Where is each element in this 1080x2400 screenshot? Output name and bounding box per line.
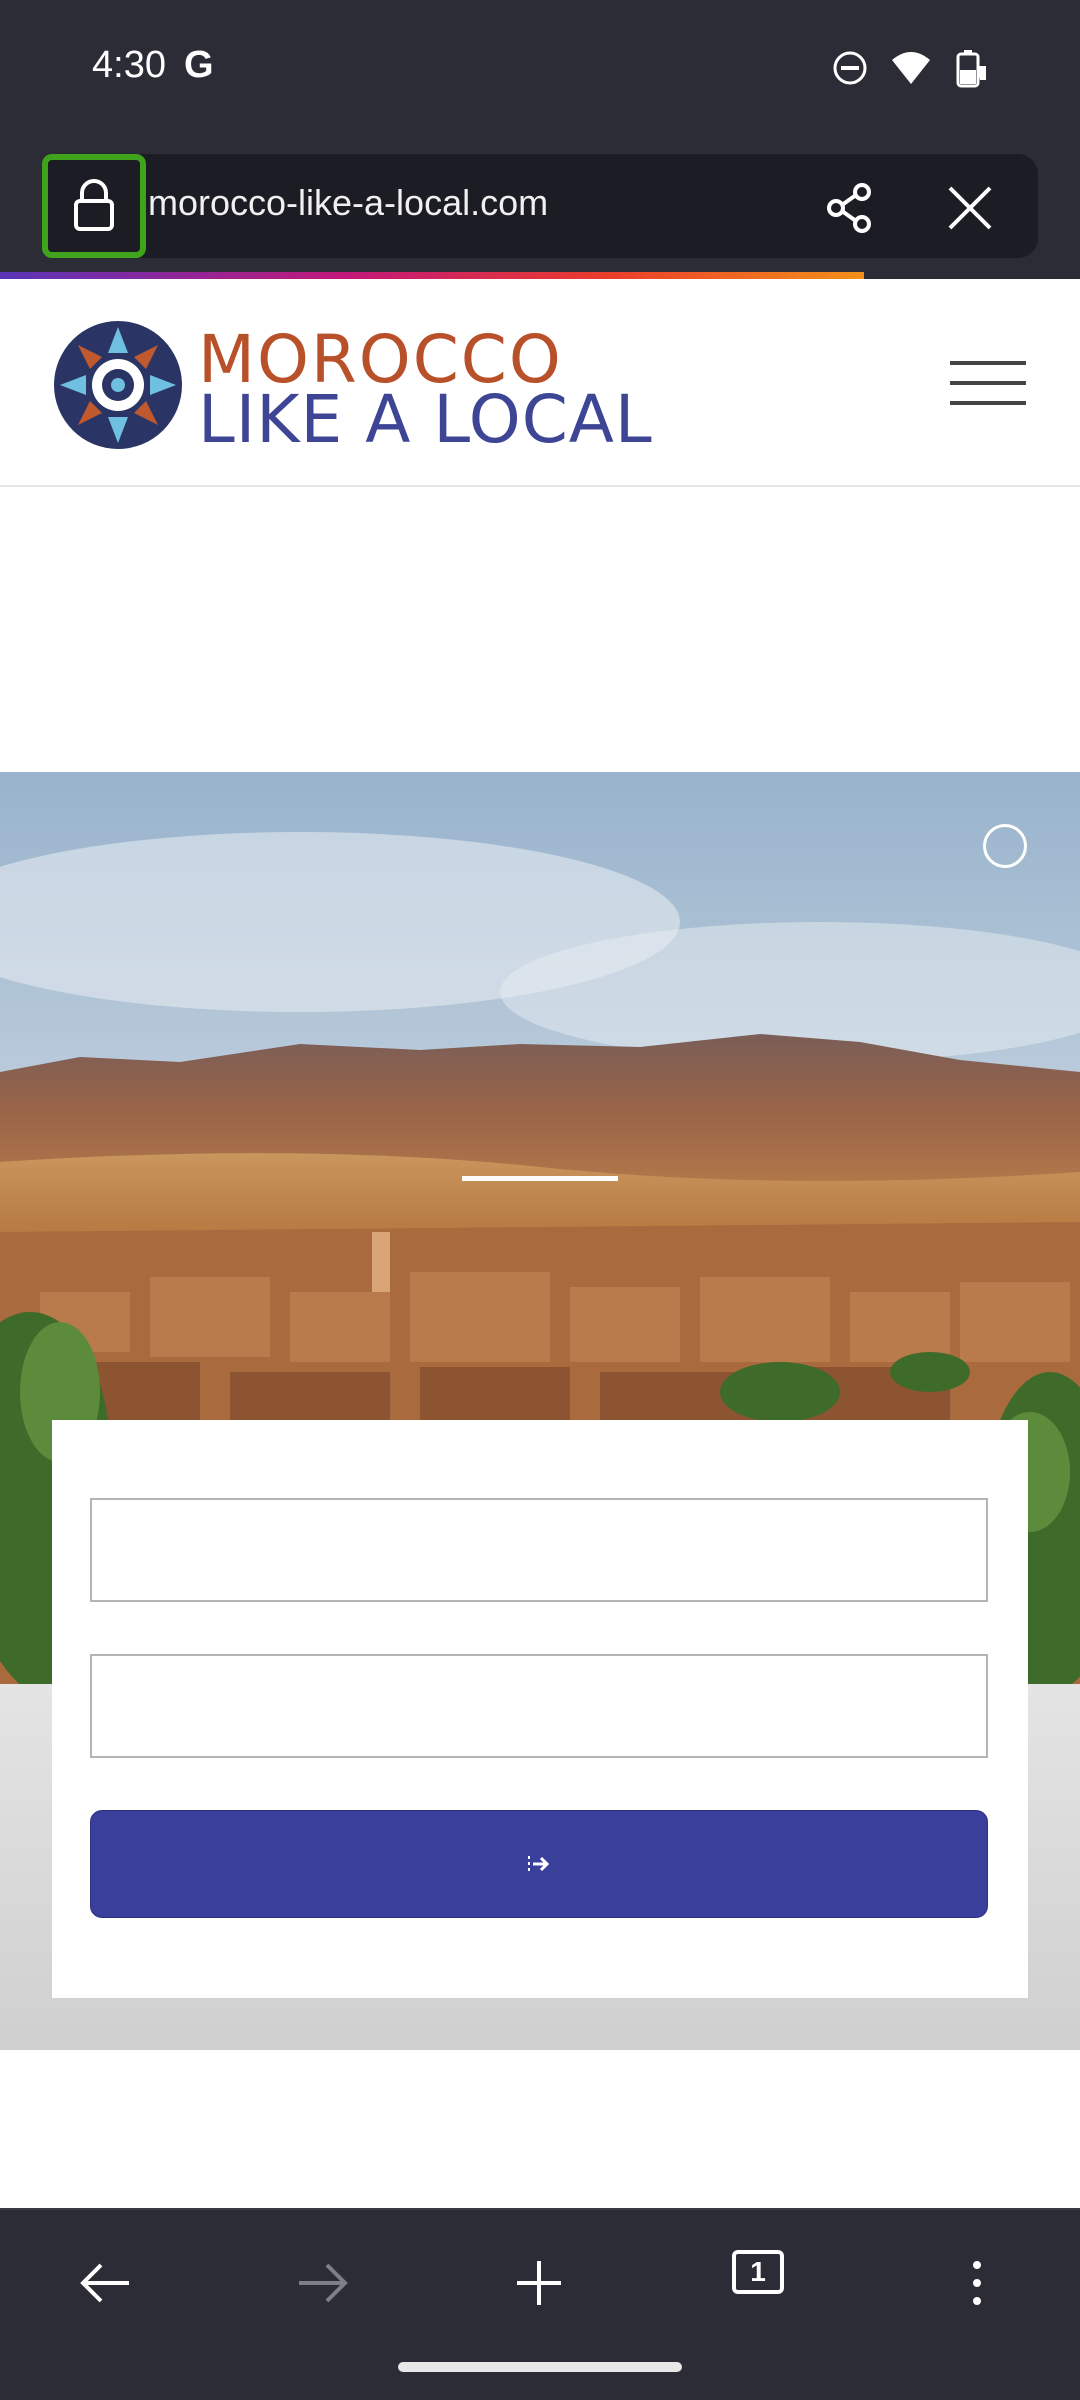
hero-pause-indicator[interactable] bbox=[983, 824, 1027, 868]
back-arrow-icon[interactable] bbox=[70, 2248, 140, 2318]
status-bar: 4:30 G bbox=[0, 0, 1080, 140]
signup-form-card bbox=[52, 1420, 1028, 1998]
google-icon: G bbox=[184, 44, 214, 86]
share-icon[interactable] bbox=[822, 180, 878, 236]
wifi-icon bbox=[892, 52, 930, 84]
submit-button[interactable] bbox=[90, 1810, 988, 1918]
status-time: 4:30 bbox=[92, 44, 166, 86]
form-field-1[interactable] bbox=[90, 1498, 988, 1602]
hero-slider-indicator[interactable] bbox=[462, 1176, 618, 1181]
url-bar-container: morocco-like-a-local.com bbox=[0, 140, 1080, 272]
login-arrow-icon bbox=[528, 1856, 550, 1872]
do-not-disturb-icon bbox=[833, 51, 867, 85]
home-gesture-bar[interactable] bbox=[398, 2362, 682, 2372]
url-text[interactable]: morocco-like-a-local.com bbox=[148, 182, 548, 224]
tab-count-button[interactable]: 1 bbox=[732, 2250, 784, 2294]
form-field-2[interactable] bbox=[90, 1654, 988, 1758]
page-load-progress-track bbox=[864, 272, 1080, 279]
hamburger-menu-icon[interactable] bbox=[950, 361, 1026, 407]
close-icon[interactable] bbox=[942, 180, 998, 236]
site-header: MOROCCO LIKE A LOCAL bbox=[0, 279, 1080, 487]
url-bar[interactable]: morocco-like-a-local.com bbox=[42, 154, 1038, 258]
forward-arrow-icon[interactable] bbox=[288, 2248, 358, 2318]
battery-icon bbox=[956, 50, 986, 88]
browser-screen: 4:30 G morocco-like-a-local.com MOROCCO … bbox=[0, 0, 1080, 2400]
logo-text-like-a-local[interactable]: LIKE A LOCAL bbox=[198, 381, 653, 458]
logo-icon[interactable] bbox=[50, 317, 186, 453]
page-load-progress bbox=[0, 272, 864, 279]
plus-icon[interactable] bbox=[504, 2248, 574, 2318]
lock-icon[interactable] bbox=[42, 154, 146, 258]
status-icons bbox=[832, 48, 990, 88]
more-vertical-icon[interactable] bbox=[942, 2248, 1012, 2318]
